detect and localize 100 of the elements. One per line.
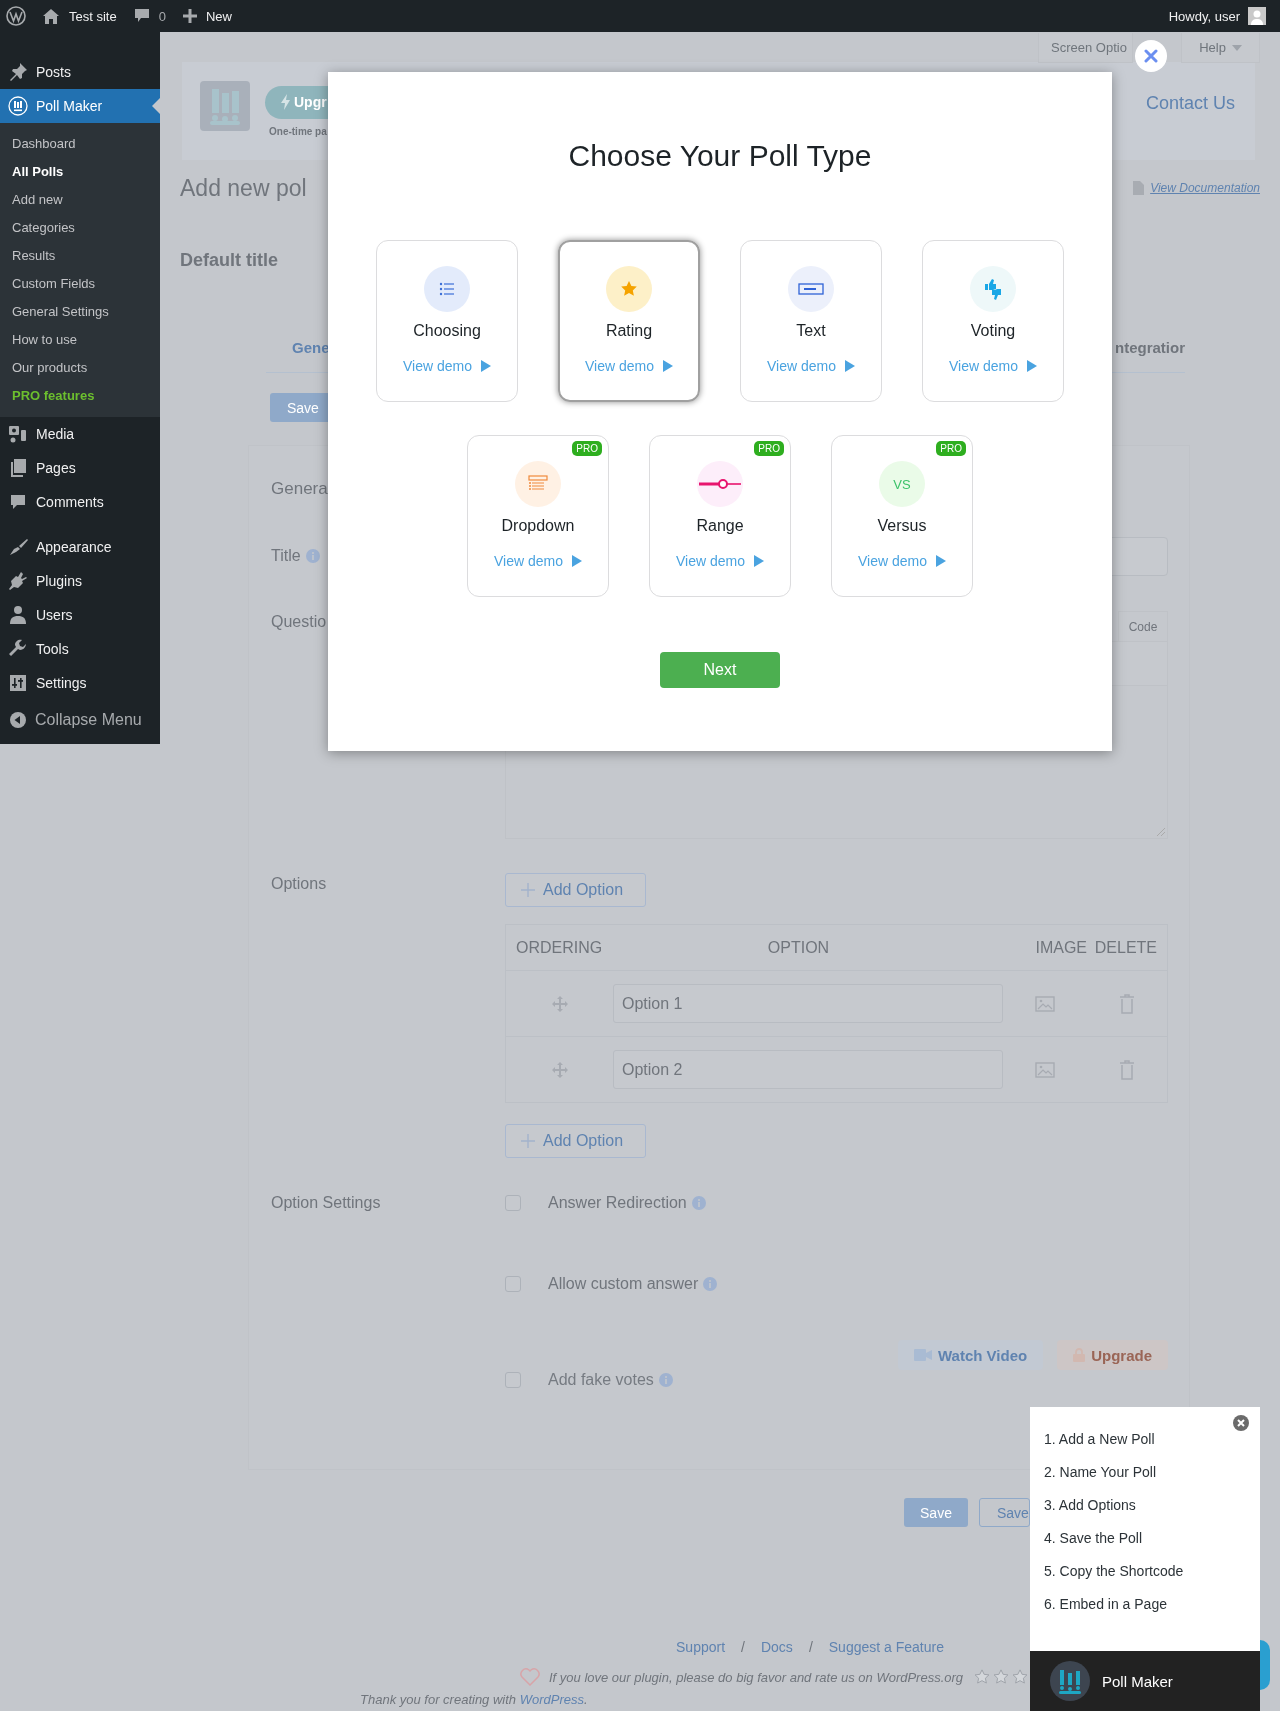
resize-grip-icon <box>1157 828 1165 836</box>
poll-type-card[interactable]: Voting View demo <box>922 240 1064 402</box>
poll-type-card[interactable]: Choosing View demo <box>376 240 518 402</box>
move-icon[interactable] <box>551 1061 568 1078</box>
poll-type-card[interactable]: PRO Dropdown View demo <box>467 435 609 597</box>
image-icon[interactable] <box>1035 1061 1055 1078</box>
submenu-item[interactable]: General Settings <box>0 298 160 326</box>
site-name-link[interactable]: Test site <box>42 8 117 24</box>
avatar-icon <box>1248 7 1266 25</box>
video-camera-icon <box>913 1349 932 1361</box>
modal-title: Choose Your Poll Type <box>568 138 872 174</box>
info-icon <box>305 549 320 563</box>
plus-icon <box>521 883 535 897</box>
poll-type-card[interactable]: PRO VS Versus View demo <box>831 435 973 597</box>
guide-step[interactable]: 2. Name Your Poll <box>1044 1456 1260 1489</box>
column-header: ORDERING <box>516 938 604 957</box>
checkbox[interactable] <box>505 1372 521 1388</box>
submenu-item[interactable]: Add new <box>0 186 160 214</box>
poll-type-name: Range <box>696 516 744 536</box>
pro-badge: PRO <box>572 441 602 456</box>
star-icon <box>974 1669 991 1685</box>
account-menu[interactable]: Howdy, user <box>1168 7 1266 25</box>
guide-step[interactable]: 6. Embed in a Page <box>1044 1588 1260 1621</box>
poll-type-card[interactable]: PRO Range View demo <box>649 435 791 597</box>
star-icon <box>1012 1669 1029 1685</box>
guide-step[interactable]: 5. Copy the Shortcode <box>1044 1555 1260 1588</box>
rating-stars[interactable] <box>974 1669 1029 1685</box>
comment-icon <box>133 8 150 24</box>
thumbs-up-down-icon <box>983 278 1003 300</box>
submenu-item[interactable]: All Polls <box>0 158 160 186</box>
poll-chart-icon <box>8 96 28 116</box>
sidebar-item[interactable]: Settings <box>0 666 160 700</box>
submenu-item[interactable]: Categories <box>0 214 160 242</box>
sliders-icon <box>8 673 28 693</box>
checkbox[interactable] <box>505 1195 521 1211</box>
checkbox[interactable] <box>505 1276 521 1292</box>
brush-icon <box>8 537 28 557</box>
comment-icon <box>8 492 28 512</box>
lightning-icon <box>281 94 290 110</box>
poll-type-name: Text <box>796 321 826 341</box>
sidebar-item[interactable]: Users <box>0 598 160 632</box>
separator: / <box>741 1638 745 1657</box>
poll-type-card[interactable]: Rating View demo <box>558 240 700 402</box>
close-icon[interactable] <box>1233 1415 1249 1431</box>
sidebar-item[interactable]: Tools <box>0 632 160 666</box>
submenu-item[interactable]: Custom Fields <box>0 270 160 298</box>
poll-logo-icon <box>200 81 250 131</box>
guide-step[interactable]: 3. Add Options <box>1044 1489 1260 1522</box>
chat-launcher-button[interactable] <box>1260 1640 1270 1690</box>
sidebar-item[interactable]: Appearance <box>0 530 160 564</box>
sidebar-item[interactable]: Poll Maker <box>0 89 160 123</box>
collapse-menu-button[interactable]: Collapse Menu <box>0 702 160 738</box>
play-icon <box>1027 360 1037 372</box>
play-icon <box>845 360 855 372</box>
sidebar-item[interactable]: Posts <box>0 55 160 89</box>
caret-icon <box>1231 44 1242 51</box>
sidebar-item[interactable]: Media <box>0 417 160 451</box>
plug-icon <box>8 571 28 591</box>
info-icon <box>658 1373 673 1387</box>
section-title: Genera <box>271 478 328 500</box>
submenu-item[interactable]: Our products <box>0 354 160 382</box>
poll-type-name: Versus <box>877 516 927 536</box>
sidebar-item[interactable]: Pages <box>0 451 160 485</box>
star-icon <box>620 280 638 298</box>
submenu-item[interactable]: Results <box>0 242 160 270</box>
checkbox-label: Add fake votes <box>548 1371 654 1389</box>
column-header: IMAGE <box>1034 938 1087 957</box>
submenu-item[interactable]: PRO features <box>0 382 160 410</box>
sidebar-item[interactable]: Plugins <box>0 564 160 598</box>
column-header: OPTION <box>766 938 831 957</box>
option-input[interactable]: Option 2 <box>613 1050 1003 1089</box>
option-input[interactable]: Option 1 <box>613 984 1003 1023</box>
submenu-item[interactable]: How to use <box>0 326 160 354</box>
trash-icon[interactable] <box>1119 1059 1135 1080</box>
versus-icon: VS <box>879 461 925 507</box>
sidebar-item[interactable]: Comments <box>0 485 160 519</box>
poll-logo-icon <box>1050 1661 1090 1701</box>
wordpress-logo-icon[interactable] <box>6 6 26 26</box>
guide-step[interactable]: 4. Save the Poll <box>1044 1522 1260 1555</box>
dropdown-list-icon <box>528 475 548 493</box>
comments-link[interactable]: 0 <box>133 8 166 24</box>
image-icon[interactable] <box>1035 995 1055 1012</box>
move-icon[interactable] <box>551 995 568 1012</box>
new-content-link[interactable]: New <box>182 8 232 24</box>
user-icon <box>8 605 28 625</box>
field-label: Title <box>271 547 301 565</box>
checkbox-label: Answer Redirection <box>548 1194 687 1212</box>
home-icon <box>42 8 60 24</box>
play-icon <box>936 555 946 567</box>
poll-type-card[interactable]: Text View demo <box>740 240 882 402</box>
pro-badge: PRO <box>754 441 784 456</box>
field-label: Option Settings <box>271 1194 381 1212</box>
column-header: DELETE <box>1093 938 1158 957</box>
submenu-item[interactable]: Dashboard <box>0 130 160 158</box>
media-icon <box>8 424 28 444</box>
range-slider-icon <box>698 478 742 490</box>
guide-step[interactable]: 1. Add a New Poll <box>1044 1423 1260 1456</box>
close-button[interactable] <box>1135 40 1167 72</box>
pro-badge: PRO <box>936 441 966 456</box>
trash-icon[interactable] <box>1119 993 1135 1014</box>
